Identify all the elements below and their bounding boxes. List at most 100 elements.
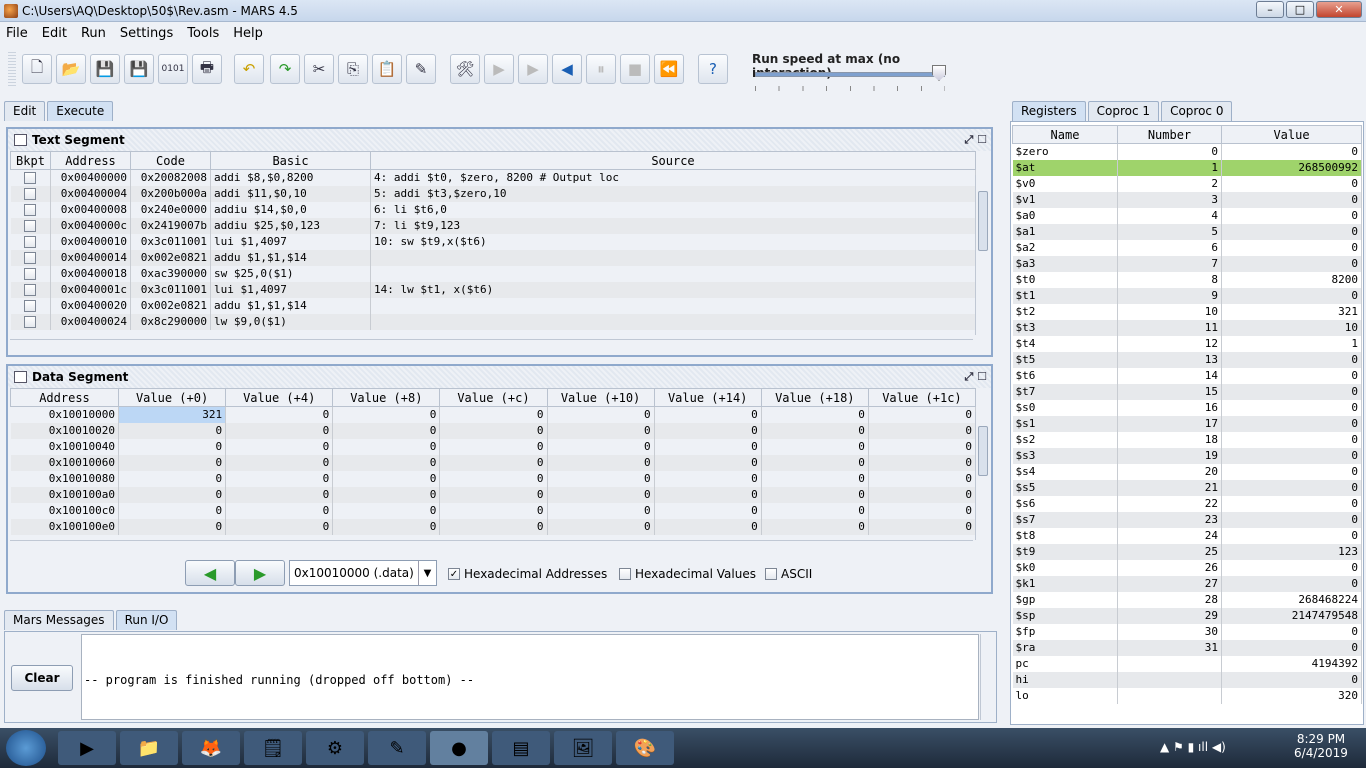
panel-restore-icon[interactable]: ⤢ ☐ xyxy=(965,133,988,147)
value-cell[interactable]: 0 xyxy=(761,486,869,503)
value-cell[interactable]: 0 xyxy=(439,470,548,487)
data-segment-vscroll[interactable] xyxy=(975,412,990,540)
value-cell[interactable]: 0 xyxy=(761,406,869,423)
minimize-button[interactable]: – xyxy=(1256,1,1284,18)
tab-mars-messages[interactable]: Mars Messages xyxy=(4,610,114,630)
register-value[interactable]: 0 xyxy=(1221,527,1362,544)
value-cell[interactable]: 0 xyxy=(547,438,655,455)
register-value[interactable]: 0 xyxy=(1221,639,1362,656)
register-value[interactable]: 10 xyxy=(1221,319,1362,336)
value-cell[interactable]: 0 xyxy=(547,422,655,439)
value-cell[interactable]: 0 xyxy=(118,454,227,471)
run-icon[interactable]: ▶ xyxy=(484,54,514,84)
value-cell[interactable]: 0 xyxy=(225,502,334,519)
app-icon[interactable]: ⚙ xyxy=(306,731,364,765)
breakpoint-checkbox[interactable] xyxy=(24,188,37,200)
run-io-output[interactable]: -- program is finished running (dropped … xyxy=(81,634,979,720)
value-cell[interactable]: 0 xyxy=(225,454,334,471)
register-value[interactable]: 0 xyxy=(1221,495,1362,512)
value-cell[interactable]: 0 xyxy=(868,470,977,487)
register-value[interactable]: 1 xyxy=(1221,335,1362,352)
redo-icon[interactable]: ↷ xyxy=(270,54,300,84)
value-cell[interactable]: 0 xyxy=(654,502,762,519)
menu-settings[interactable]: Settings xyxy=(120,26,173,41)
value-cell[interactable]: 0 xyxy=(547,518,655,535)
photo-viewer-icon[interactable]: 🖼 xyxy=(554,731,612,765)
tab-execute[interactable]: Execute xyxy=(47,101,114,121)
value-cell[interactable]: 0 xyxy=(118,470,227,487)
register-value[interactable]: 8200 xyxy=(1221,271,1362,288)
save-as-icon[interactable]: 💾 xyxy=(124,54,154,84)
register-value[interactable]: 0 xyxy=(1221,351,1362,368)
register-value[interactable]: 0 xyxy=(1221,511,1362,528)
breakpoint-checkbox[interactable] xyxy=(24,316,37,328)
maximize-button[interactable]: □ xyxy=(1286,1,1314,18)
save-icon[interactable]: 💾 xyxy=(90,54,120,84)
menu-file[interactable]: File xyxy=(6,26,28,41)
value-cell[interactable]: 0 xyxy=(868,486,977,503)
value-cell[interactable]: 0 xyxy=(868,422,977,439)
menu-help[interactable]: Help xyxy=(233,26,263,41)
data-segment-hscroll[interactable] xyxy=(10,540,973,554)
value-cell[interactable]: 321 xyxy=(118,406,227,423)
menu-tools[interactable]: Tools xyxy=(187,26,219,41)
value-cell[interactable]: 0 xyxy=(332,486,441,503)
value-cell[interactable]: 0 xyxy=(547,486,655,503)
firefox-icon[interactable]: 🦊 xyxy=(182,731,240,765)
new-file-icon[interactable]: 🗋 xyxy=(22,54,52,84)
pause-icon[interactable]: ⏸ xyxy=(586,54,616,84)
value-cell[interactable]: 0 xyxy=(654,438,762,455)
tab-registers[interactable]: Registers xyxy=(1012,101,1086,121)
stop-icon[interactable]: ■ xyxy=(620,54,650,84)
cut-icon[interactable]: ✂ xyxy=(304,54,334,84)
scroll-thumb[interactable] xyxy=(978,426,988,476)
value-cell[interactable]: 0 xyxy=(332,406,441,423)
dump-memory-icon[interactable]: 0101 xyxy=(158,54,188,84)
value-cell[interactable]: 0 xyxy=(332,438,441,455)
run-speed-slider[interactable]: Run speed at max (no interaction) xyxy=(752,52,952,91)
value-cell[interactable]: 0 xyxy=(654,518,762,535)
tab-coproc1[interactable]: Coproc 1 xyxy=(1087,101,1160,121)
register-value[interactable]: 0 xyxy=(1221,447,1362,464)
sticky-notes-icon[interactable]: 🗒 xyxy=(244,731,302,765)
register-value[interactable]: 0 xyxy=(1221,175,1362,192)
scroll-thumb[interactable] xyxy=(978,191,988,251)
value-cell[interactable]: 0 xyxy=(868,438,977,455)
panel-restore-icon[interactable]: ⤢ ☐ xyxy=(965,370,988,384)
value-cell[interactable]: 0 xyxy=(225,470,334,487)
register-value[interactable]: 268500992 xyxy=(1221,159,1362,176)
register-value[interactable]: 0 xyxy=(1221,399,1362,416)
clear-button[interactable]: Clear xyxy=(11,665,73,691)
value-cell[interactable]: 0 xyxy=(439,518,548,535)
register-value[interactable]: 0 xyxy=(1221,575,1362,592)
value-cell[interactable]: 0 xyxy=(439,438,548,455)
help-icon[interactable]: ? xyxy=(698,54,728,84)
tab-run-io[interactable]: Run I/O xyxy=(115,610,178,630)
value-cell[interactable]: 0 xyxy=(761,518,869,535)
menu-edit[interactable]: Edit xyxy=(42,26,67,41)
value-cell[interactable]: 0 xyxy=(654,470,762,487)
undo-icon[interactable]: ↶ xyxy=(234,54,264,84)
print-icon[interactable]: 🖶 xyxy=(192,54,222,84)
ascii-checkbox[interactable] xyxy=(765,568,777,580)
value-cell[interactable]: 0 xyxy=(225,438,334,455)
reset-icon[interactable]: ⏪ xyxy=(654,54,684,84)
start-button[interactable] xyxy=(6,730,46,766)
prev-page-button[interactable]: ◀ xyxy=(185,560,235,586)
breakpoint-cell[interactable] xyxy=(10,217,51,234)
breakpoint-cell[interactable] xyxy=(10,265,51,282)
next-page-button[interactable]: ▶ xyxy=(235,560,285,586)
memory-region-select[interactable]: 0x10010000 (.data) ▼ xyxy=(289,560,437,586)
breakpoint-cell[interactable] xyxy=(10,297,51,314)
value-cell[interactable]: 0 xyxy=(332,502,441,519)
find-replace-icon[interactable]: ✎ xyxy=(406,54,436,84)
value-cell[interactable]: 0 xyxy=(439,502,548,519)
value-cell[interactable]: 0 xyxy=(654,486,762,503)
breakpoint-cell[interactable] xyxy=(10,233,51,250)
backstep-icon[interactable]: ◀ xyxy=(552,54,582,84)
value-cell[interactable]: 0 xyxy=(332,454,441,471)
register-value[interactable]: 0 xyxy=(1221,223,1362,240)
register-value[interactable]: 123 xyxy=(1221,543,1362,560)
value-cell[interactable]: 0 xyxy=(225,422,334,439)
register-value[interactable]: 0 xyxy=(1221,239,1362,256)
